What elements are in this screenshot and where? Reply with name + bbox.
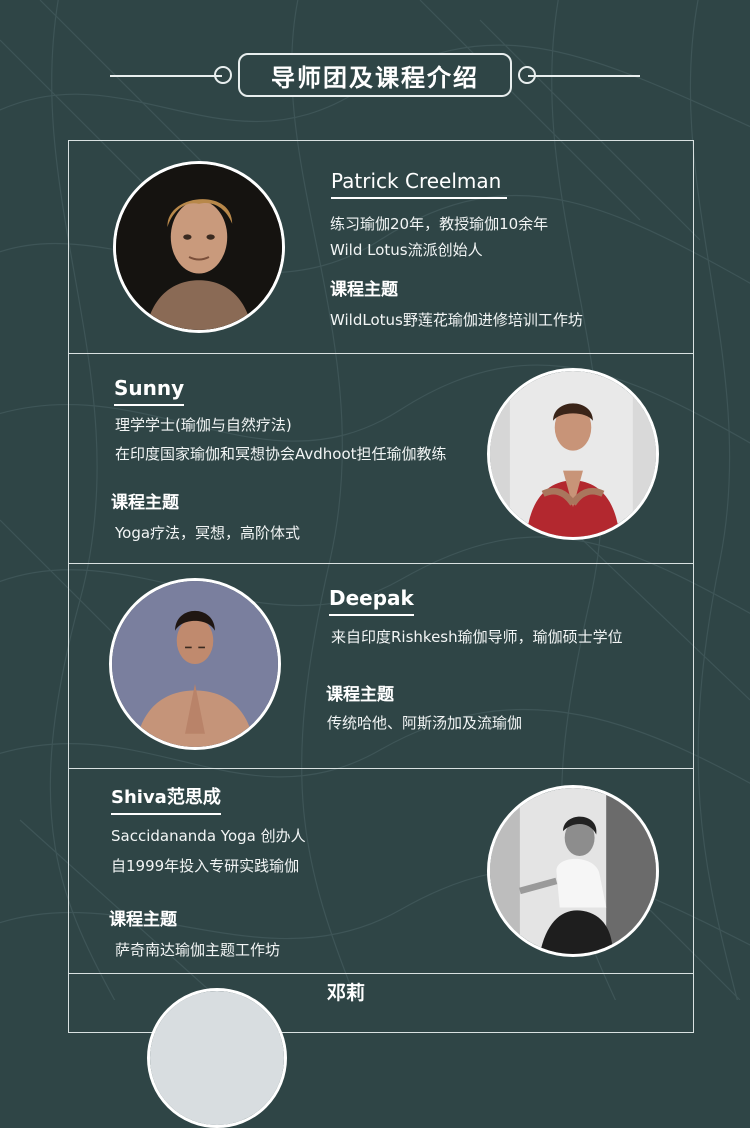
teacher-card-deepak: Deepak 来自印度Rishkesh瑜伽导师，瑜伽硕士学位 课程主题 传统哈他… bbox=[68, 563, 694, 769]
topic-heading: 课程主题 bbox=[330, 280, 398, 300]
photo-sunny bbox=[487, 368, 659, 540]
page-title: 导师团及课程介绍 bbox=[238, 53, 512, 97]
header-line-right bbox=[528, 75, 640, 77]
topic-heading: 课程主题 bbox=[109, 910, 177, 930]
photo-deng-li bbox=[147, 988, 287, 1128]
teacher-bio-line: 练习瑜伽20年，教授瑜伽10余年 bbox=[330, 215, 549, 233]
topic-text: Yoga疗法，冥想，高阶体式 bbox=[115, 524, 301, 542]
topic-text: 萨奇南达瑜伽主题工作坊 bbox=[115, 941, 281, 959]
teacher-name: Sunny bbox=[114, 376, 185, 406]
header-knob-right bbox=[518, 66, 536, 84]
teacher-bio-line: 在印度国家瑜伽和冥想协会Avdhoot担任瑜伽教练 bbox=[115, 445, 447, 463]
teacher-bio-line: 理学学士(瑜伽与自然疗法) bbox=[115, 416, 292, 434]
photo-shiva bbox=[487, 785, 659, 957]
teacher-name: 邓莉 bbox=[327, 982, 366, 1004]
teacher-bio-line: Saccidananda Yoga 创办人 bbox=[111, 827, 306, 845]
teacher-card-deng-li: 邓莉 bbox=[68, 973, 694, 1128]
teacher-name: Shiva范思成 bbox=[111, 783, 221, 815]
header-line-left bbox=[110, 75, 222, 77]
photo-deepak bbox=[109, 578, 281, 750]
topic-heading: 课程主题 bbox=[111, 493, 179, 513]
photo-patrick-creelman bbox=[113, 161, 285, 333]
teacher-card-sunny: Sunny 理学学士(瑜伽与自然疗法) 在印度国家瑜伽和冥想协会Avdhoot担… bbox=[68, 353, 694, 564]
topic-text: 传统哈他、阿斯汤加及流瑜伽 bbox=[327, 714, 523, 732]
teacher-card-patrick: Patrick Creelman 练习瑜伽20年，教授瑜伽10余年 Wild L… bbox=[68, 140, 694, 354]
teacher-bio-line: Wild Lotus流派创始人 bbox=[330, 241, 483, 259]
teacher-name: Deepak bbox=[329, 586, 414, 616]
teacher-name: Patrick Creelman bbox=[331, 169, 507, 199]
topic-heading: 课程主题 bbox=[326, 685, 394, 705]
topic-text: WildLotus野莲花瑜伽进修培训工作坊 bbox=[330, 311, 583, 329]
teacher-bio-line: 来自印度Rishkesh瑜伽导师，瑜伽硕士学位 bbox=[331, 628, 623, 646]
teacher-card-shiva: Shiva范思成 Saccidananda Yoga 创办人 自1999年投入专… bbox=[68, 768, 694, 974]
header-knob-left bbox=[214, 66, 232, 84]
section-header: 导师团及课程介绍 bbox=[0, 0, 750, 120]
teacher-bio-line: 自1999年投入专研实践瑜伽 bbox=[111, 857, 300, 875]
